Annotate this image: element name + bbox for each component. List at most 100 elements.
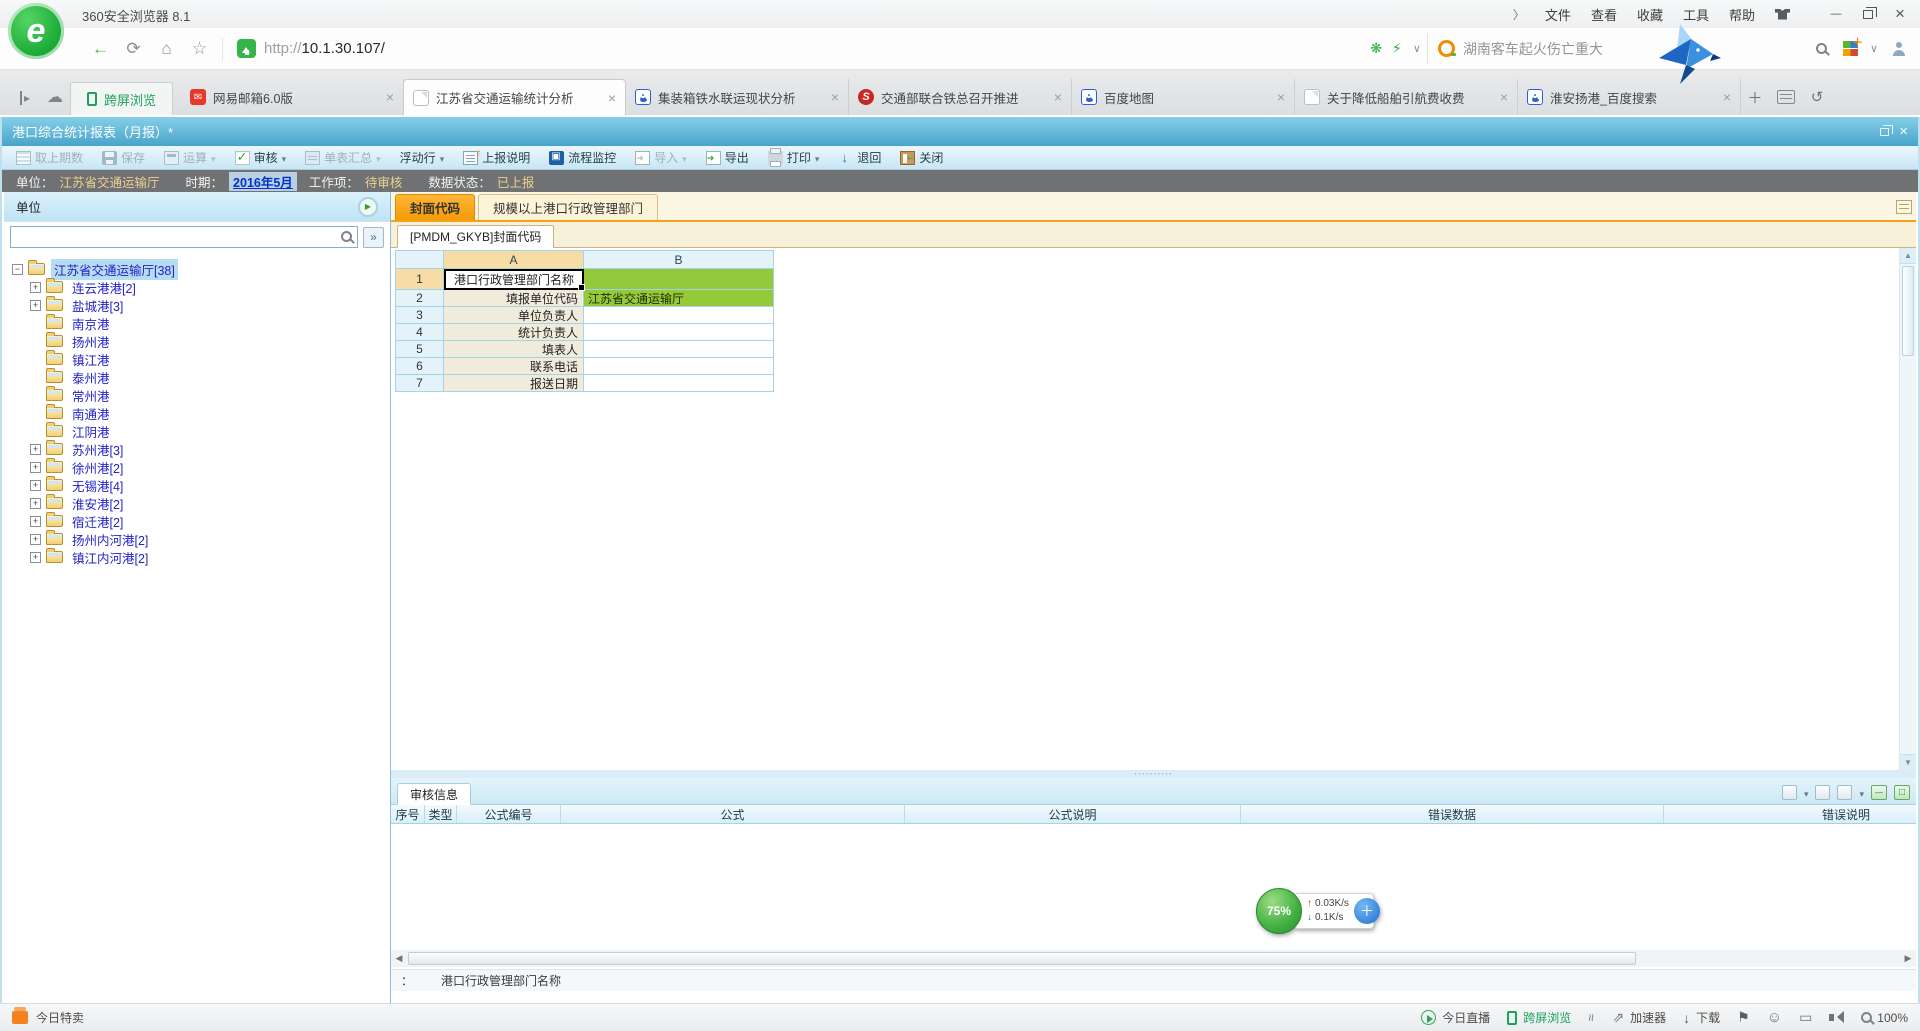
col-formula[interactable]: 公式: [561, 805, 905, 823]
cell-a5[interactable]: 填表人: [444, 341, 584, 358]
report-note-button[interactable]: 上报说明: [455, 147, 538, 169]
tab-jiangsu-transport-stats[interactable]: 江苏省交通运输统计分析: [403, 79, 626, 115]
tab-close-icon[interactable]: [1054, 89, 1062, 105]
restore-session-icon[interactable]: [1803, 88, 1831, 106]
scroll-down-icon[interactable]: [1900, 754, 1916, 770]
caret-down-icon[interactable]: [1859, 786, 1864, 800]
process-monitor-button[interactable]: 流程监控: [541, 147, 624, 169]
cell-a7[interactable]: 报送日期: [444, 375, 584, 392]
expand-toggle-icon[interactable]: [30, 498, 41, 509]
memory-percent-badge[interactable]: 75%: [1256, 888, 1302, 934]
print-button[interactable]: 打印: [760, 147, 828, 169]
expand-toggle-icon[interactable]: [30, 480, 41, 491]
audit-export-icon[interactable]: [1782, 785, 1797, 800]
cell-b2[interactable]: 江苏省交通运输厅: [584, 290, 774, 307]
close-report-button[interactable]: 关闭: [892, 147, 951, 169]
sound-icon[interactable]: [1829, 1011, 1844, 1024]
horizontal-scrollbar[interactable]: [391, 950, 1916, 967]
security-shield-icon[interactable]: [237, 39, 256, 58]
column-header-a[interactable]: A: [444, 251, 584, 269]
download-link[interactable]: 下载: [1683, 1009, 1720, 1026]
table-summary-button[interactable]: 单表汇总: [297, 147, 389, 169]
tab-close-icon[interactable]: [831, 89, 839, 105]
cloud-sync-icon[interactable]: [40, 87, 70, 107]
tree-item[interactable]: 无锡港[4]: [4, 476, 390, 494]
url-field[interactable]: http://10.1.30.107/: [264, 40, 385, 57]
tree-item-root[interactable]: 江苏省交通运输厅[38]: [4, 260, 390, 278]
tree-item[interactable]: 扬州内河港[2]: [4, 530, 390, 548]
flag-icon[interactable]: [1737, 1009, 1750, 1026]
tab-close-icon[interactable]: [1500, 89, 1508, 105]
speedup-badge-icon[interactable]: [1354, 898, 1380, 924]
panel-splitter[interactable]: [391, 770, 1916, 778]
menu-chevron-icon[interactable]: [1513, 6, 1525, 23]
tab-container-rail-water[interactable]: 集装箱铁水联运现状分析: [626, 79, 849, 115]
audit-search-icon[interactable]: [1837, 785, 1852, 800]
menu-view[interactable]: 查看: [1591, 5, 1617, 24]
grid-caret-icon[interactable]: [1870, 42, 1878, 55]
tab-baidu-map[interactable]: 百度地图: [1072, 79, 1295, 115]
cell-a2[interactable]: 填报单位代码: [444, 290, 584, 307]
tab-port-admin-dept[interactable]: 规模以上港口行政管理部门: [478, 194, 658, 220]
cell-b7[interactable]: [584, 375, 774, 392]
tree-item[interactable]: 江阴港: [4, 422, 390, 440]
floating-row-button[interactable]: 浮动行: [392, 147, 453, 169]
calculate-button[interactable]: 运算: [156, 147, 224, 169]
app-grid-icon[interactable]: [1843, 41, 1858, 56]
tree-item[interactable]: 连云港港[2]: [4, 278, 390, 296]
favorite-icon[interactable]: [183, 39, 216, 59]
col-seq[interactable]: 序号: [391, 805, 425, 823]
accelerator-link[interactable]: 加速器: [1612, 1009, 1666, 1026]
skin-icon[interactable]: [1775, 9, 1790, 20]
row-header[interactable]: 2: [396, 290, 444, 307]
feedback-icon[interactable]: [1767, 1009, 1782, 1026]
expand-more-button[interactable]: [363, 227, 384, 248]
col-formula-desc[interactable]: 公式说明: [905, 805, 1241, 823]
cross-screen-link[interactable]: 跨屏浏览: [1507, 1009, 1571, 1026]
cell-a1-selected[interactable]: 港口行政管理部门名称: [444, 269, 584, 290]
tree-item[interactable]: 徐州港[2]: [4, 458, 390, 476]
row-header[interactable]: 1: [396, 269, 444, 290]
tree-item[interactable]: 扬州港: [4, 332, 390, 350]
window-mode-icon[interactable]: [1799, 1009, 1812, 1026]
close-button[interactable]: [1884, 1, 1916, 27]
app-close-icon[interactable]: [1899, 123, 1908, 140]
collapse-toggle-icon[interactable]: [12, 264, 23, 275]
return-button[interactable]: 退回: [830, 147, 889, 169]
expand-toggle-icon[interactable]: [30, 300, 41, 311]
save-button[interactable]: 保存: [94, 147, 153, 169]
tree-item[interactable]: 镇江内河港[2]: [4, 548, 390, 566]
expand-toggle-icon[interactable]: [30, 552, 41, 563]
caret-down-icon[interactable]: [1804, 786, 1809, 800]
audit-maximize-icon[interactable]: [1894, 785, 1910, 800]
export-button[interactable]: 导出: [698, 147, 757, 169]
tree-item[interactable]: 常州港: [4, 386, 390, 404]
tab-list-icon[interactable]: [1777, 90, 1795, 104]
import-button[interactable]: 导入: [627, 147, 695, 169]
daily-deal-link[interactable]: 今日特卖: [36, 1009, 84, 1026]
scrollbar-thumb[interactable]: [408, 952, 1636, 965]
scroll-left-icon[interactable]: [391, 953, 407, 964]
audit-minimize-icon[interactable]: [1871, 785, 1887, 800]
row-header[interactable]: 7: [396, 375, 444, 392]
refresh-icon[interactable]: [117, 39, 150, 59]
col-error-data[interactable]: 错误数据: [1241, 805, 1664, 823]
tab-close-icon[interactable]: [1723, 89, 1731, 105]
tree-item[interactable]: 镇江港: [4, 350, 390, 368]
audit-save-icon[interactable]: [1815, 785, 1830, 800]
new-tab-icon[interactable]: [1741, 87, 1769, 108]
vertical-scrollbar[interactable]: [1899, 248, 1916, 770]
period-value-link[interactable]: 2016年5月: [229, 172, 297, 191]
search-box[interactable]: 湖南客车起火伤亡重大: [1427, 34, 1837, 64]
chevron-down-icon[interactable]: [1413, 42, 1421, 55]
home-icon[interactable]: [150, 39, 183, 59]
wireless-icon[interactable]: [1584, 1014, 1599, 1021]
tree-item[interactable]: 苏州港[3]: [4, 440, 390, 458]
row-header[interactable]: 4: [396, 324, 444, 341]
tab-list-icon[interactable]: [1896, 200, 1912, 214]
col-error-desc[interactable]: 错误说明: [1664, 805, 1916, 823]
cell-b4[interactable]: [584, 324, 774, 341]
cell-b1[interactable]: [584, 269, 774, 290]
back-icon[interactable]: [84, 39, 117, 59]
extensions-icon[interactable]: [1392, 40, 1402, 57]
